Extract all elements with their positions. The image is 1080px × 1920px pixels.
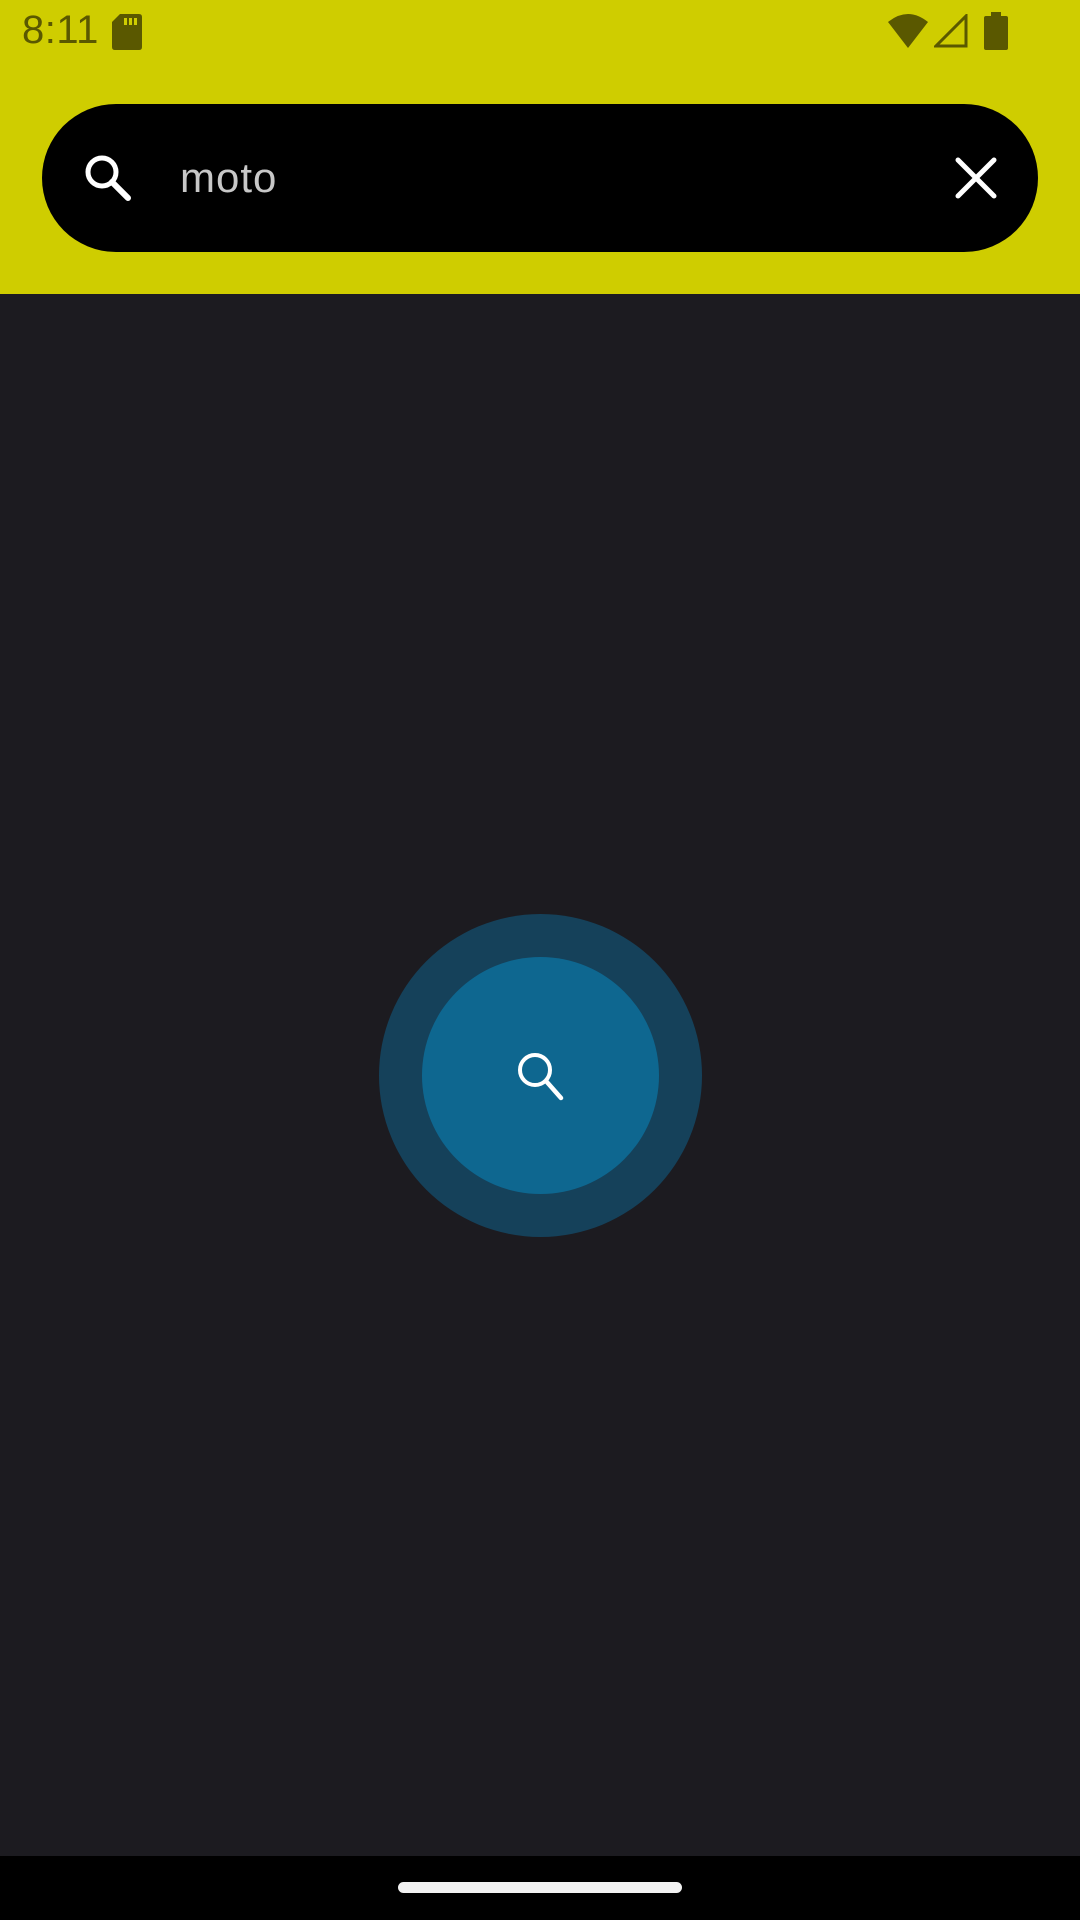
wifi-icon [888, 14, 928, 48]
clear-search-button[interactable] [942, 144, 1010, 212]
battery-icon [984, 12, 1008, 50]
center-search-button[interactable] [422, 957, 659, 1194]
close-icon [955, 157, 997, 199]
status-time: 8:11 [22, 8, 99, 52]
search-icon [85, 155, 131, 201]
sd-card-icon [112, 14, 142, 50]
status-bar: 8:11 [0, 0, 1080, 62]
home-gesture-handle[interactable] [398, 1882, 682, 1893]
cellular-signal-icon [934, 14, 968, 48]
search-bar [42, 104, 1038, 252]
search-input[interactable] [178, 138, 840, 218]
search-icon [517, 1052, 563, 1100]
